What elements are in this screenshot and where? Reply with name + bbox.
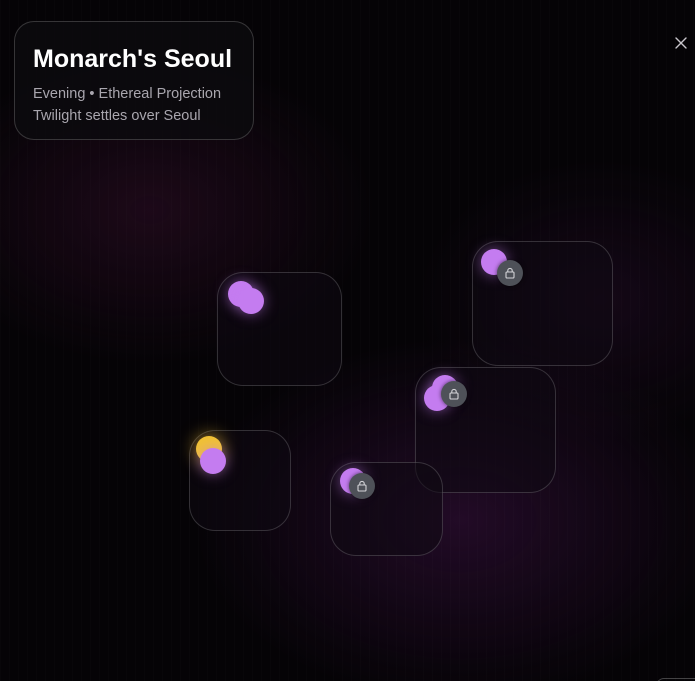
zone-d-node-group[interactable] [196, 436, 230, 474]
lock-badge [349, 473, 375, 499]
zone-e-node-group[interactable] [340, 468, 375, 502]
zone-c-node-group[interactable] [424, 375, 467, 411]
lock-badge [497, 260, 523, 286]
location-subtitle: Evening • Ethereal Projection [33, 86, 222, 102]
lock-icon [505, 267, 515, 279]
lock-icon [357, 480, 367, 492]
lock-icon [449, 388, 459, 400]
close-button[interactable] [672, 34, 690, 52]
lock-badge [441, 381, 467, 407]
location-description: Twilight settles over Seoul [33, 108, 201, 124]
zone-a-node-group[interactable] [228, 281, 264, 315]
zone-node-dot [238, 288, 264, 314]
zone-b-node-group[interactable] [481, 249, 523, 286]
location-title: Monarch's Seoul [33, 45, 233, 73]
close-icon [675, 37, 687, 49]
zone-node-dot [200, 448, 226, 474]
location-header-card: Monarch's Seoul Evening • Ethereal Proje… [14, 21, 254, 140]
